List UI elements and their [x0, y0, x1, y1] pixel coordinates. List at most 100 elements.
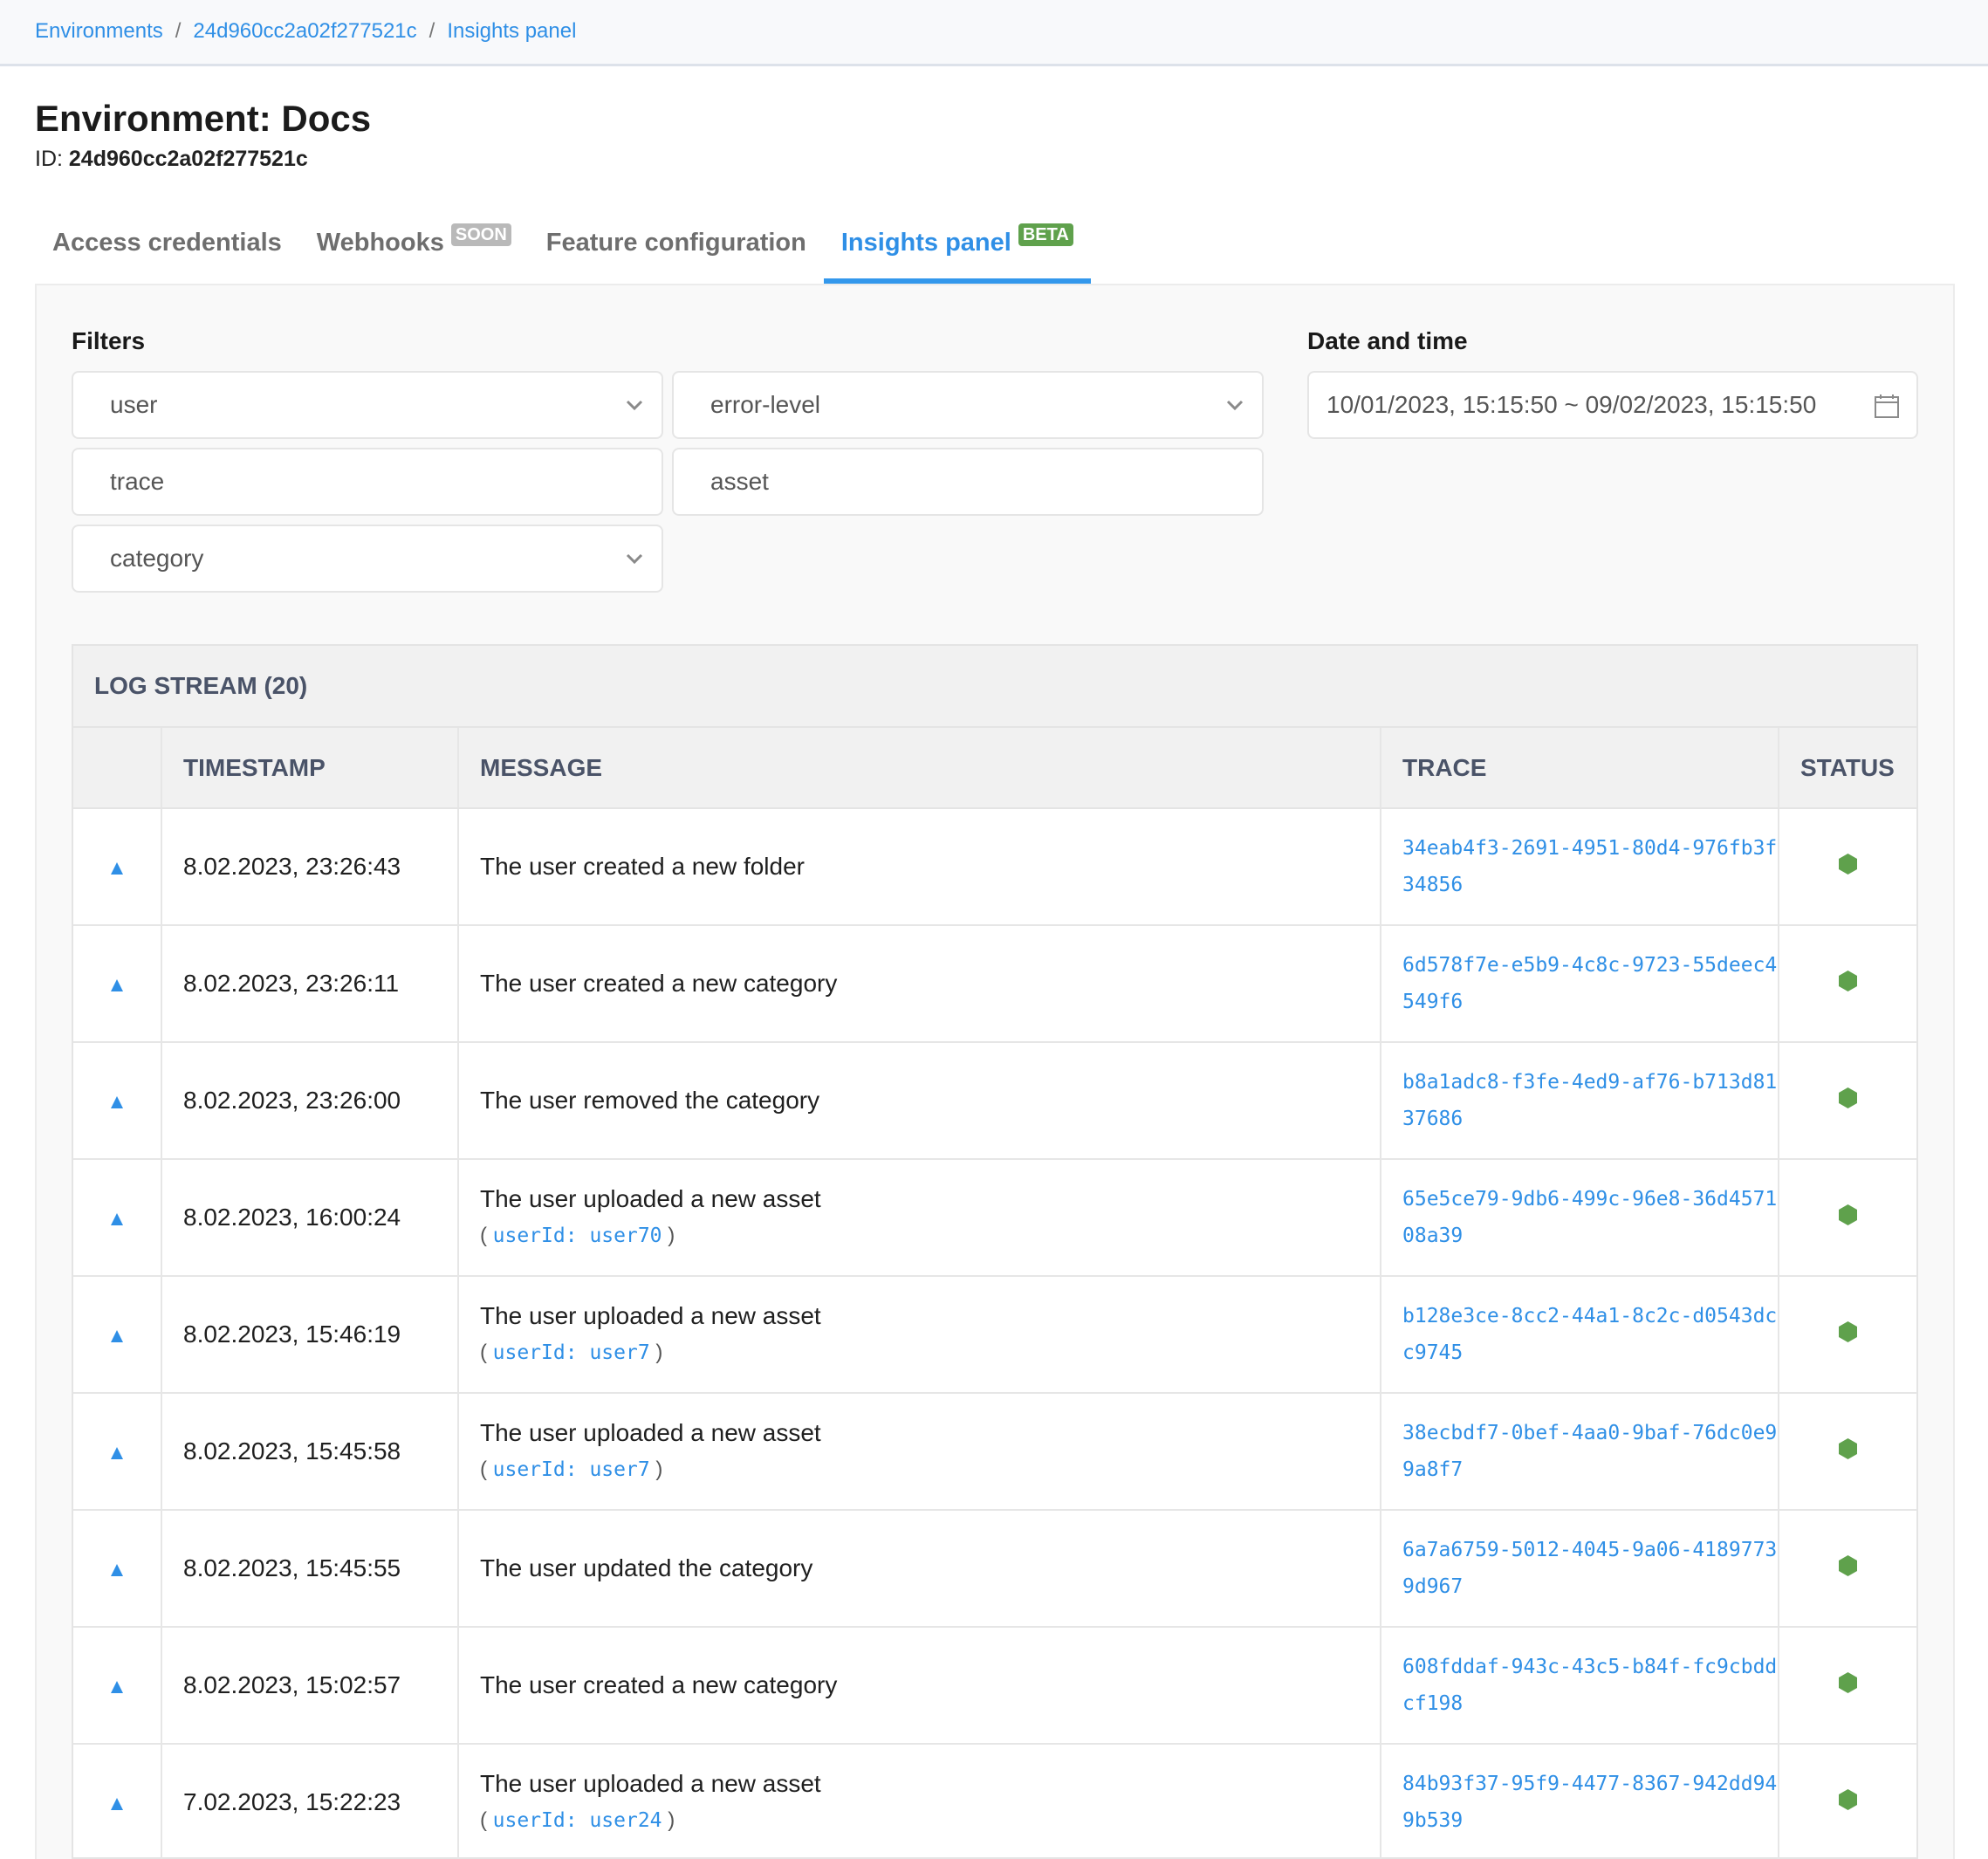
soon-badge: SOON: [450, 223, 511, 246]
table-row[interactable]: 8.02.2023, 15:46:19 The user uploaded a n…: [73, 1276, 1916, 1394]
log-timestamp: 8.02.2023, 23:26:11: [161, 925, 459, 1043]
status-success-icon: [1839, 971, 1857, 991]
date-range-value: 10/01/2023, 15:15:50 ~ 09/02/2023, 15:15…: [1326, 391, 1817, 418]
table-row[interactable]: 8.02.2023, 16:00:24 The user uploaded a n…: [73, 1159, 1916, 1277]
log-message: The user created a new category: [480, 1671, 838, 1698]
breadcrumb: Environments / 24d960cc2a02f277521c / In…: [35, 19, 576, 44]
expand-cell: [73, 1159, 162, 1277]
asset-filter-placeholder: asset: [710, 468, 769, 495]
column-header-trace[interactable]: TRACE: [1381, 728, 1779, 809]
tab-access-credentials[interactable]: Access credentials: [35, 218, 299, 285]
tab-webhooks[interactable]: Webhooks SOON: [299, 218, 529, 285]
log-status-cell: [1779, 1744, 1916, 1859]
trace-link[interactable]: 608fddaf-943c-43c5-b84f-fc9cbddcf198: [1402, 1649, 1778, 1722]
trace-filter-input[interactable]: trace: [72, 448, 663, 516]
log-message-cell: The user updated the category: [458, 1510, 1381, 1628]
tab-insights-panel[interactable]: Insights panel BETA: [823, 218, 1091, 285]
status-success-icon: [1839, 1087, 1857, 1108]
log-message: The user uploaded a new asset: [480, 1185, 821, 1212]
page-title-prefix: Environment:: [35, 98, 282, 139]
table-row[interactable]: 8.02.2023, 15:45:58 The user uploaded a n…: [73, 1393, 1916, 1511]
expand-cell: [73, 1393, 162, 1511]
log-message-meta: ( userId: user24 ): [480, 1808, 675, 1832]
error-level-filter-select[interactable]: error-level: [672, 371, 1264, 439]
tab-feature-configuration[interactable]: Feature configuration: [529, 218, 824, 285]
log-message: The user removed the category: [480, 1087, 820, 1114]
expand-toggle-icon[interactable]: [111, 862, 123, 875]
trace-link[interactable]: b128e3ce-8cc2-44a1-8c2c-d0543dcc9745: [1402, 1298, 1778, 1371]
expand-toggle-icon[interactable]: [111, 1330, 123, 1342]
log-timestamp: 8.02.2023, 23:26:00: [161, 1042, 459, 1160]
user-id-tag[interactable]: userId: user7: [493, 1458, 650, 1481]
asset-filter-input[interactable]: asset: [672, 448, 1264, 516]
user-id-tag[interactable]: userId: user24: [493, 1809, 662, 1832]
log-message-cell: The user created a new category: [458, 1627, 1381, 1745]
column-header-message[interactable]: MESSAGE: [458, 728, 1381, 809]
user-id-tag[interactable]: userId: user7: [493, 1341, 650, 1364]
table-row[interactable]: 8.02.2023, 23:26:00 The user removed the …: [73, 1042, 1916, 1160]
breadcrumb-environment-id[interactable]: 24d960cc2a02f277521c: [193, 19, 416, 44]
environment-id-label: ID:: [35, 147, 69, 171]
log-status-cell: [1779, 925, 1916, 1043]
table-row[interactable]: 8.02.2023, 15:45:55 The user updated the …: [73, 1510, 1916, 1628]
log-trace-cell: 65e5ce79-9db6-499c-96e8-36d457108a39: [1381, 1159, 1779, 1277]
log-timestamp: 8.02.2023, 15:45:58: [161, 1393, 459, 1511]
user-id-tag[interactable]: userId: user70: [493, 1224, 662, 1247]
log-message-meta: ( userId: user70 ): [480, 1224, 675, 1247]
expand-toggle-icon[interactable]: [111, 1564, 123, 1576]
log-table: TIMESTAMP MESSAGE TRACE STATUS 8.02.2023…: [73, 728, 1916, 1859]
log-table-header: TIMESTAMP MESSAGE TRACE STATUS: [73, 728, 1916, 809]
trace-link[interactable]: b8a1adc8-f3fe-4ed9-af76-b713d8137686: [1402, 1064, 1778, 1137]
environment-name: Docs: [281, 98, 372, 139]
category-filter-select[interactable]: category: [72, 525, 663, 593]
tab-bar: Access credentials Webhooks SOON Feature …: [35, 218, 1091, 285]
log-status-cell: [1779, 1627, 1916, 1745]
trace-link[interactable]: 6d578f7e-e5b9-4c8c-9723-55deec4549f6: [1402, 947, 1778, 1020]
trace-link[interactable]: 34eab4f3-2691-4951-80d4-976fb3f34856: [1402, 830, 1778, 903]
expand-toggle-icon[interactable]: [111, 1798, 123, 1810]
expand-toggle-icon[interactable]: [111, 1213, 123, 1225]
table-row[interactable]: 8.02.2023, 15:02:57 The user created a ne…: [73, 1627, 1916, 1745]
expand-toggle-icon[interactable]: [111, 1447, 123, 1459]
expand-toggle-icon[interactable]: [111, 1681, 123, 1693]
log-status-cell: [1779, 1042, 1916, 1160]
trace-link[interactable]: 38ecbdf7-0bef-4aa0-9baf-76dc0e99a8f7: [1402, 1415, 1778, 1488]
filters-label: Filters: [72, 327, 146, 354]
user-filter-placeholder: user: [110, 391, 158, 418]
column-header-timestamp[interactable]: TIMESTAMP: [161, 728, 459, 809]
table-row[interactable]: 8.02.2023, 23:26:43 The user created a ne…: [73, 808, 1916, 926]
status-success-icon: [1839, 1438, 1857, 1459]
trace-link[interactable]: 84b93f37-95f9-4477-8367-942dd949b539: [1402, 1766, 1778, 1839]
log-message-cell: The user uploaded a new asset ( userId: u…: [458, 1159, 1381, 1277]
tab-label: Insights panel: [840, 229, 1011, 257]
expand-cell: [73, 1744, 162, 1859]
log-message: The user uploaded a new asset: [480, 1770, 821, 1797]
calendar-icon: [1875, 394, 1899, 418]
log-message: The user created a new folder: [480, 853, 805, 880]
status-success-icon: [1839, 854, 1857, 875]
trace-link[interactable]: 6a7a6759-5012-4045-9a06-41897739d967: [1402, 1532, 1778, 1605]
expand-toggle-icon[interactable]: [111, 1096, 123, 1108]
status-success-icon: [1839, 1321, 1857, 1342]
column-header-status[interactable]: STATUS: [1779, 728, 1916, 809]
table-row[interactable]: 7.02.2023, 15:22:23 The user uploaded a n…: [73, 1744, 1916, 1859]
user-filter-select[interactable]: user: [72, 371, 663, 439]
tab-label: Webhooks: [316, 229, 444, 257]
log-stream-title: LOG STREAM (20): [73, 646, 1916, 728]
expand-cell: [73, 1510, 162, 1628]
expand-toggle-icon[interactable]: [111, 979, 123, 991]
environment-id: ID: 24d960cc2a02f277521c: [35, 147, 308, 172]
log-timestamp: 7.02.2023, 15:22:23: [161, 1744, 459, 1859]
breadcrumb-insights-panel[interactable]: Insights panel: [447, 19, 576, 44]
breadcrumb-environments[interactable]: Environments: [35, 19, 163, 44]
trace-link[interactable]: 65e5ce79-9db6-499c-96e8-36d457108a39: [1402, 1181, 1778, 1254]
log-message-cell: The user created a new folder: [458, 808, 1381, 926]
table-row[interactable]: 8.02.2023, 23:26:11 The user created a ne…: [73, 925, 1916, 1043]
expand-cell: [73, 1627, 162, 1745]
beta-badge: BETA: [1018, 223, 1073, 246]
expand-cell: [73, 1276, 162, 1394]
log-message-meta: ( userId: user7 ): [480, 1458, 663, 1481]
log-timestamp: 8.02.2023, 15:45:55: [161, 1510, 459, 1628]
log-message: The user uploaded a new asset: [480, 1302, 821, 1329]
date-range-picker[interactable]: 10/01/2023, 15:15:50 ~ 09/02/2023, 15:15…: [1307, 371, 1918, 439]
